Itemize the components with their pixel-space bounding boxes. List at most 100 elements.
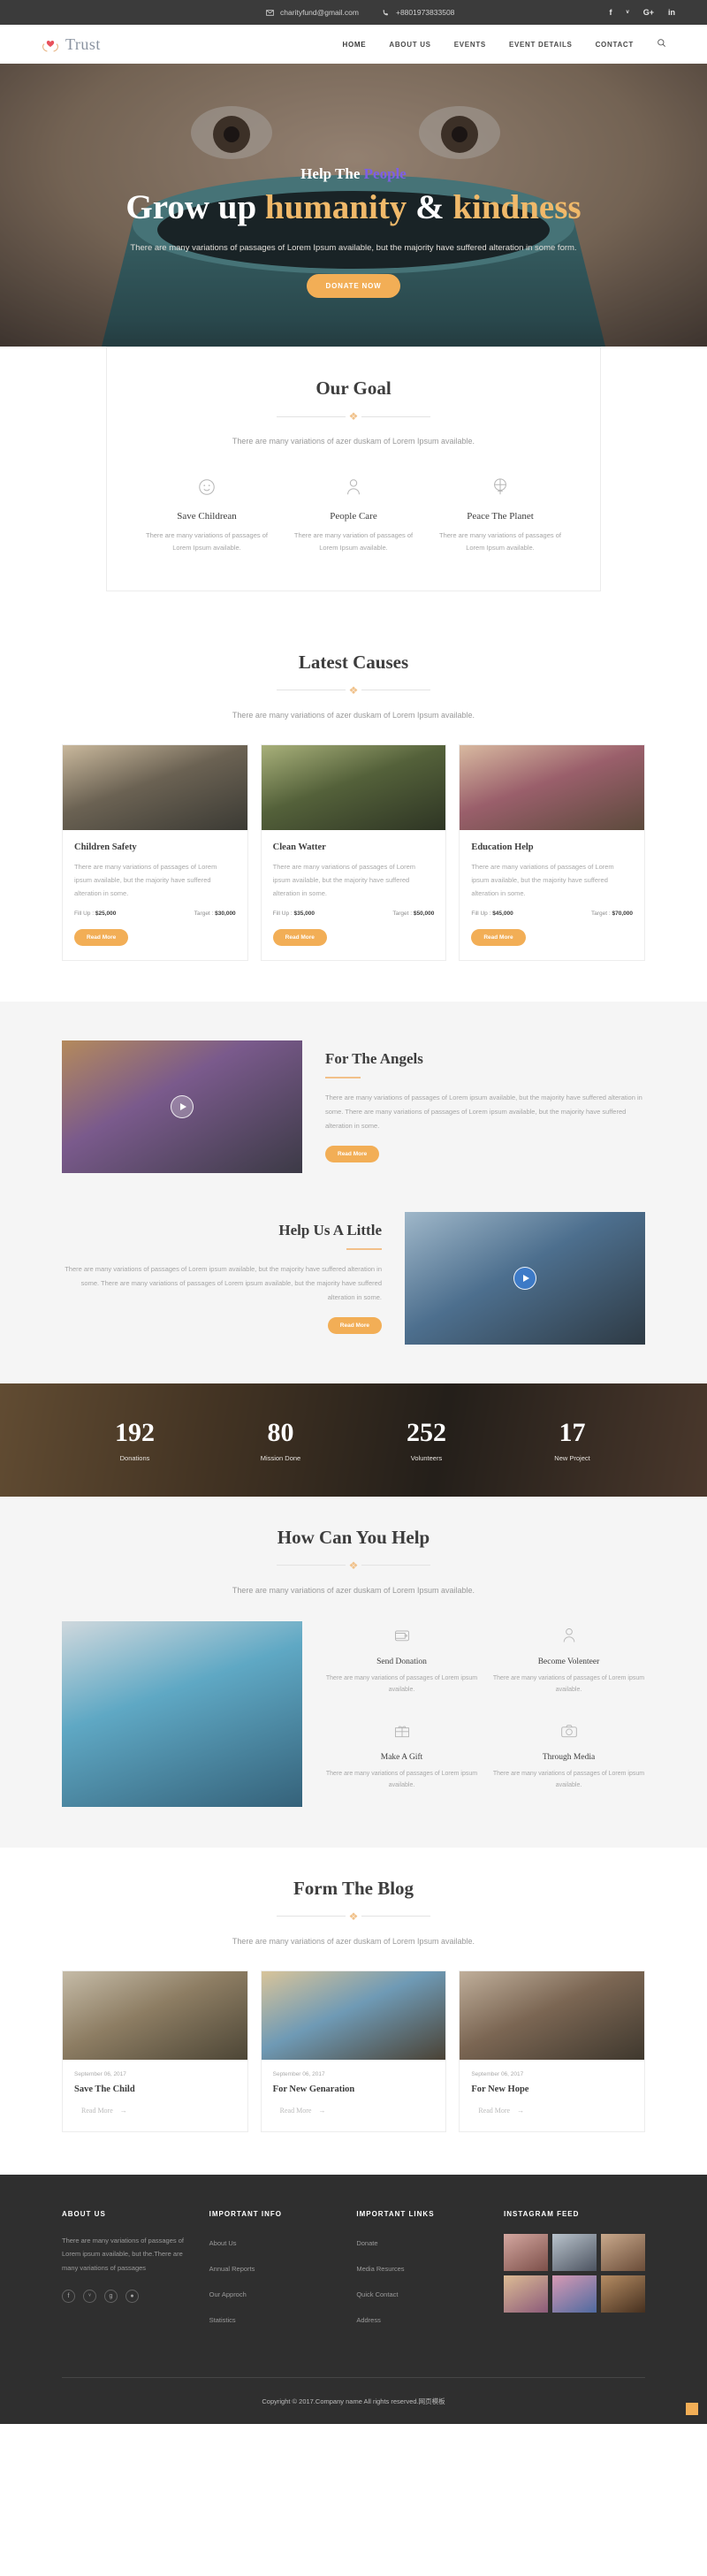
twitter-icon[interactable]: ᵛ [626,8,628,17]
nav-item-home[interactable]: HOME [343,41,367,49]
blog-post-title: Save The Child [74,2084,135,2094]
list-item: About Us [209,2234,338,2250]
site-logo[interactable]: Trust [41,35,101,54]
person-icon [492,1627,645,1649]
topbar-email[interactable]: charityfund@gmail.com [266,8,359,17]
for-the-angels-content: For The Angels There are many variations… [325,1050,645,1162]
cause-card[interactable]: Clean Watter There are many variations o… [260,743,447,961]
google-plus-icon[interactable]: G+ [643,8,654,17]
footer-link-quick-contact[interactable]: Quick Contact [356,2290,398,2298]
blog-post-image [63,1970,247,2060]
blog-post-card[interactable]: September 06, 2017 Save The Child Read M… [62,1970,248,2132]
cause-card-text: There are many variations of passages of… [471,862,614,897]
arrow-right-icon: → [318,2106,326,2115]
list-item: Our Approch [209,2285,338,2301]
title-underline [325,1077,361,1079]
counter-donations: 192 Donations [62,1418,208,1462]
cause-card-image [261,744,446,830]
help-item-send-donation: Send Donation There are many variations … [325,1627,478,1696]
help-little-read-more-button[interactable]: Read More [327,1316,382,1334]
help-item-desc: There are many variations of passages of… [325,1674,478,1693]
list-item: Address [356,2311,484,2327]
target-value: $30,000 [215,910,236,917]
donate-now-button[interactable]: DONATE NOW [306,273,401,298]
goal-item-peace-the-planet: Peace The Planet There are many variatio… [427,474,574,555]
search-icon[interactable] [657,38,666,50]
instagram-thumbnail[interactable] [552,2233,597,2271]
goal-item-title: People Care [330,511,377,522]
play-icon[interactable] [513,1266,536,1290]
instagram-thumbnail[interactable] [504,2275,549,2313]
google-plus-icon[interactable]: g [104,2289,118,2303]
cause-card[interactable]: Children Safety There are many variation… [62,743,248,961]
for-the-angels-video[interactable] [62,1040,302,1173]
instagram-thumbnail[interactable] [504,2233,549,2271]
footer-important-links-title: IMPORTANT LINKS [356,2209,435,2218]
footer-link-our-approch[interactable]: Our Approch [209,2290,247,2298]
facebook-icon[interactable]: f [609,8,612,17]
blog-post-card[interactable]: September 06, 2017 For New Genaration Re… [260,1970,447,2132]
counter-label: Volunteers [410,1453,443,1462]
fillup-value: $45,000 [492,910,513,917]
blog-read-more-link[interactable]: Read More → [273,2107,326,2115]
nav-item-contact[interactable]: CONTACT [596,41,634,49]
footer-link-donate[interactable]: Donate [356,2239,377,2247]
target-label: Target : [392,910,413,917]
section-divider: ❖ [133,410,574,423]
top-bar-social-links: f ᵛ G+ in [609,8,675,17]
angels-read-more-button[interactable]: Read More [325,1145,380,1162]
cause-card[interactable]: Education Help There are many variations… [459,743,646,961]
blog-title: Form The Blog [293,1877,414,1899]
instagram-thumbnail[interactable] [601,2233,646,2271]
topbar-phone[interactable]: +8801973833508 [382,8,454,17]
divider-line-right [361,1916,431,1917]
target-label: Target : [591,910,611,917]
footer-link-media-resurces[interactable]: Media Resurces [356,2265,404,2273]
top-bar-contact: charityfund@gmail.com +8801973833508 [111,8,609,17]
cause-card-title: Children Safety [74,842,137,852]
counter-volunteers: 252 Volunteers [354,1418,499,1462]
person-icon [293,474,414,500]
blog-post-card[interactable]: September 06, 2017 For New Hope Read Mor… [459,1970,646,2132]
play-icon[interactable] [171,1094,194,1118]
latest-causes-section: Latest Causes ❖ There are many variation… [0,626,707,1002]
cause-read-more-button[interactable]: Read More [272,928,327,946]
list-item: Donate [356,2234,484,2250]
nav-item-events[interactable]: EVENTS [454,41,486,49]
facebook-icon[interactable]: f [62,2289,75,2303]
blog-read-more-link[interactable]: Read More → [471,2107,524,2115]
cause-read-more-button[interactable]: Read More [74,928,129,946]
blog-read-more-link[interactable]: Read More → [74,2107,127,2115]
smiley-icon [146,474,268,500]
section-divider: ❖ [62,684,645,697]
footer-about-column: ABOUT US There are many variations of pa… [62,2210,190,2336]
help-us-a-little-content: Help Us A Little There are many variatio… [62,1222,382,1334]
footer-link-statistics[interactable]: Statistics [209,2316,236,2324]
hero-eyebrow-plain: Help The [300,165,364,183]
footer-link-address[interactable]: Address [356,2316,381,2324]
arrow-right-icon: → [119,2106,127,2115]
footer-link-about-us[interactable]: About Us [209,2239,237,2247]
help-item-title: Make A Gift [380,1753,423,1763]
help-us-a-little-video[interactable] [405,1211,645,1345]
twitter-icon[interactable]: ᵛ [83,2289,96,2303]
nav-item-event-details[interactable]: EVENT DETAILS [509,41,573,49]
linkedin-icon[interactable]: in [668,8,675,17]
nav-item-about-us[interactable]: ABOUT US [389,41,430,49]
help-us-a-little-block: Help Us A Little There are many variatio… [62,1211,645,1345]
dribbble-icon[interactable]: ● [125,2289,139,2303]
footer-link-annual-reports[interactable]: Annual Reports [209,2265,255,2273]
for-the-angels-block: For The Angels There are many variations… [62,1040,645,1173]
cause-read-more-button[interactable]: Read More [471,928,526,946]
main-navigation-bar: Trust HOME ABOUT US EVENTS EVENT DETAILS… [0,25,707,64]
counter-label: Mission Done [260,1453,301,1462]
latest-causes-subtitle: There are many variations of azer duskam… [232,710,475,720]
title-underline [346,1248,382,1251]
instagram-thumbnail[interactable] [601,2275,646,2313]
help-item-become-volenteer: Become Volenteer There are many variatio… [492,1627,645,1696]
help-item-title: Become Volenteer [537,1657,600,1666]
fillup-value: $25,000 [95,910,117,917]
how-help-photo [62,1620,302,1807]
instagram-thumbnail[interactable] [552,2275,597,2313]
scroll-to-top-button[interactable] [686,2402,698,2415]
